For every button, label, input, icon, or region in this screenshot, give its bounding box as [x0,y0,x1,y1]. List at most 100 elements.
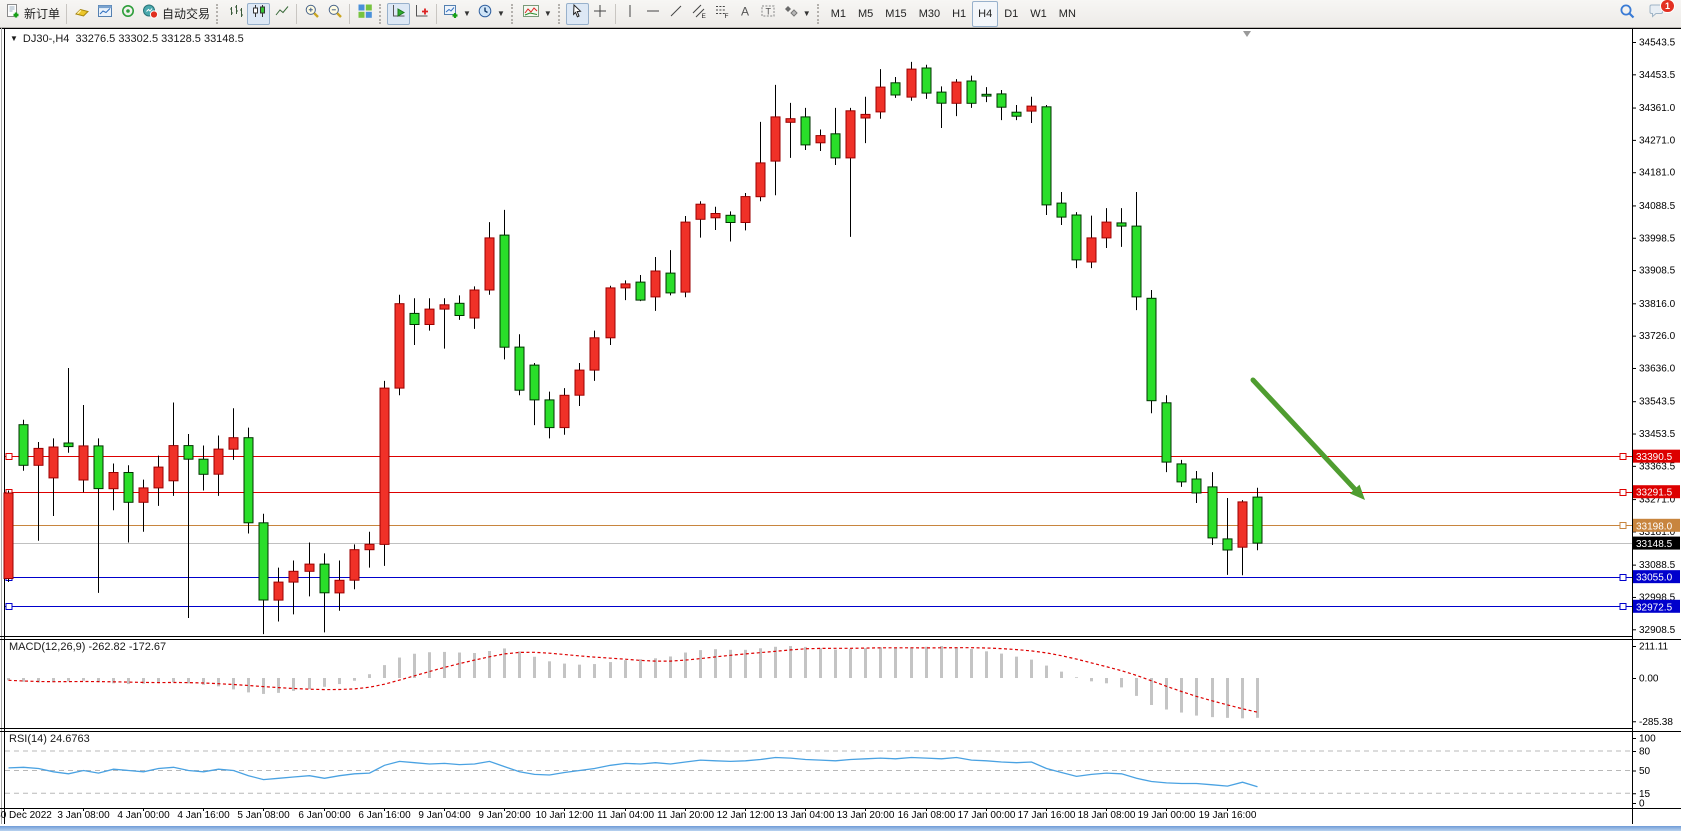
new-order-button[interactable]: 新订单 [2,3,63,25]
channel-tool[interactable]: E [688,3,711,25]
candle [1177,464,1186,482]
candle [335,580,344,593]
toolbar-grip [216,4,221,24]
candle [4,493,13,579]
zoom-in-button[interactable] [300,3,323,25]
candle [666,273,675,293]
svg-text:17 Jan 16:00: 17 Jan 16:00 [1018,810,1076,821]
timeframe-M30[interactable]: M30 [913,1,946,27]
candle [64,443,73,447]
line-handle [1620,604,1626,610]
rsi-indicator-label: RSI(14) 24.6763 [9,733,90,745]
candle [1238,502,1247,547]
crosshair-tool-button[interactable] [589,3,612,25]
chart-shift-button[interactable] [410,3,433,25]
candle [169,446,178,481]
collapse-triangle-icon[interactable]: ▼ [10,34,18,43]
signal-button[interactable] [116,3,139,25]
vertical-line-tool[interactable] [619,3,642,25]
svg-text:33088.5: 33088.5 [1639,560,1676,571]
autotrade-button[interactable]: 自动交易 [139,3,213,25]
clock-icon [477,3,493,24]
chart-canvas[interactable]: 34543.534453.534361.034271.034181.034088… [0,0,1681,826]
cursor-tool-button[interactable] [566,3,589,25]
svg-text:0: 0 [1639,799,1645,810]
fibonacci-tool[interactable]: F [711,3,734,25]
candle [1162,403,1171,462]
candle [1072,215,1081,260]
timeframe-M15[interactable]: M15 [879,1,912,27]
candle [395,304,404,388]
candle [907,69,916,97]
candle [49,447,58,478]
candle [560,395,569,427]
candle [34,448,43,465]
svg-text:33636.0: 33636.0 [1639,363,1676,374]
timeframe-M1[interactable]: M1 [825,1,852,27]
candlestick-chart-button[interactable] [247,3,270,25]
text-tool[interactable]: A [734,3,757,25]
timeframe-D1[interactable]: D1 [998,1,1024,27]
fibonacci-icon: F [714,3,730,24]
search-icon [1619,3,1636,25]
candle [922,68,931,93]
timeframe-group: M1M5M15M30H1H4D1W1MN [825,1,1082,27]
bar-chart-button[interactable] [224,3,247,25]
toolbar-grip [511,4,516,24]
text-icon: A [737,3,753,24]
market-watch-button[interactable] [70,3,93,25]
candle [997,94,1006,107]
indicators-dropdown[interactable]: ▼ [519,3,555,25]
svg-text:4 Jan 00:00: 4 Jan 00:00 [117,810,170,821]
candle [545,400,554,428]
separator [615,4,616,24]
candle [1208,487,1217,538]
timeframe-M5[interactable]: M5 [852,1,879,27]
text-label-tool[interactable]: T [757,3,780,25]
notifications-button[interactable]: 1 [1645,3,1669,25]
trendline-tool[interactable] [665,3,688,25]
candle [771,117,780,161]
arrows-dropdown[interactable]: ▼ [780,3,814,25]
toolbar-grip [817,4,822,24]
horizontal-line-tool[interactable] [642,3,665,25]
svg-text:33816.0: 33816.0 [1639,299,1676,310]
toolbar: 新订单 [0,0,1681,28]
candle [410,313,419,324]
svg-text:19 Jan 00:00: 19 Jan 00:00 [1138,810,1196,821]
svg-text:80: 80 [1639,747,1651,758]
candle [861,114,870,118]
text-label-icon: T [760,3,776,24]
caret-down-icon: ▼ [463,9,471,18]
candle [606,288,615,338]
timeframe-W1[interactable]: W1 [1024,1,1053,27]
candle [485,238,494,290]
bar-chart-icon [228,3,244,24]
svg-text:34361.0: 34361.0 [1639,103,1676,114]
search-button[interactable] [1616,3,1639,25]
candle [575,370,584,395]
timeframe-H4[interactable]: H4 [972,1,998,27]
autotrade-label: 自动交易 [162,5,210,22]
svg-text:34271.0: 34271.0 [1639,135,1676,146]
toolbar-grip [379,4,384,24]
periods-dropdown[interactable]: ▼ [474,3,508,25]
timeframe-H1[interactable]: H1 [946,1,972,27]
line-handle [1620,490,1626,496]
tile-windows-button[interactable] [353,3,376,25]
svg-text:0.00: 0.00 [1639,674,1659,685]
separator [66,4,67,24]
svg-text:34088.5: 34088.5 [1639,201,1676,212]
chart-shift-icon [414,3,430,24]
line-chart-button[interactable] [270,3,293,25]
svg-text:30 Dec 2022: 30 Dec 2022 [0,810,52,821]
timeframe-MN[interactable]: MN [1053,1,1082,27]
auto-scroll-button[interactable] [387,3,410,25]
caret-down-icon: ▼ [803,9,811,18]
new-order-icon [5,3,21,24]
candle [365,544,374,549]
chart-window-button[interactable] [93,3,116,25]
new-chart-dropdown[interactable]: ▼ [440,3,474,25]
zoom-out-button[interactable] [323,3,346,25]
candle [801,117,810,145]
